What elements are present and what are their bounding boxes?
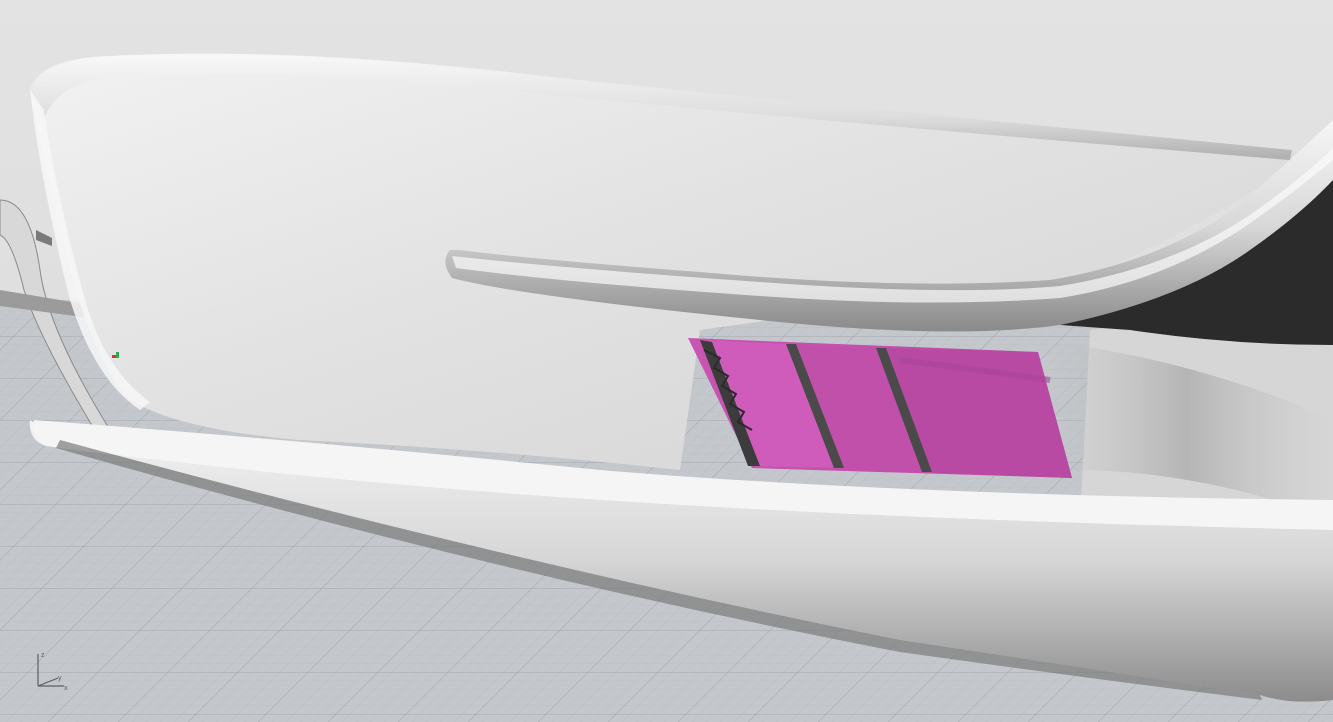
viewport-scene[interactable] <box>0 0 1333 722</box>
world-axes-widget: z y x <box>37 652 68 692</box>
axis-y-line <box>37 677 59 687</box>
axis-z-label: z <box>41 652 45 659</box>
axis-y-label: y <box>58 675 62 682</box>
louver-panel[interactable] <box>688 338 1072 478</box>
3d-viewport[interactable]: z y x <box>0 0 1333 722</box>
axis-x-label: x <box>64 685 68 692</box>
